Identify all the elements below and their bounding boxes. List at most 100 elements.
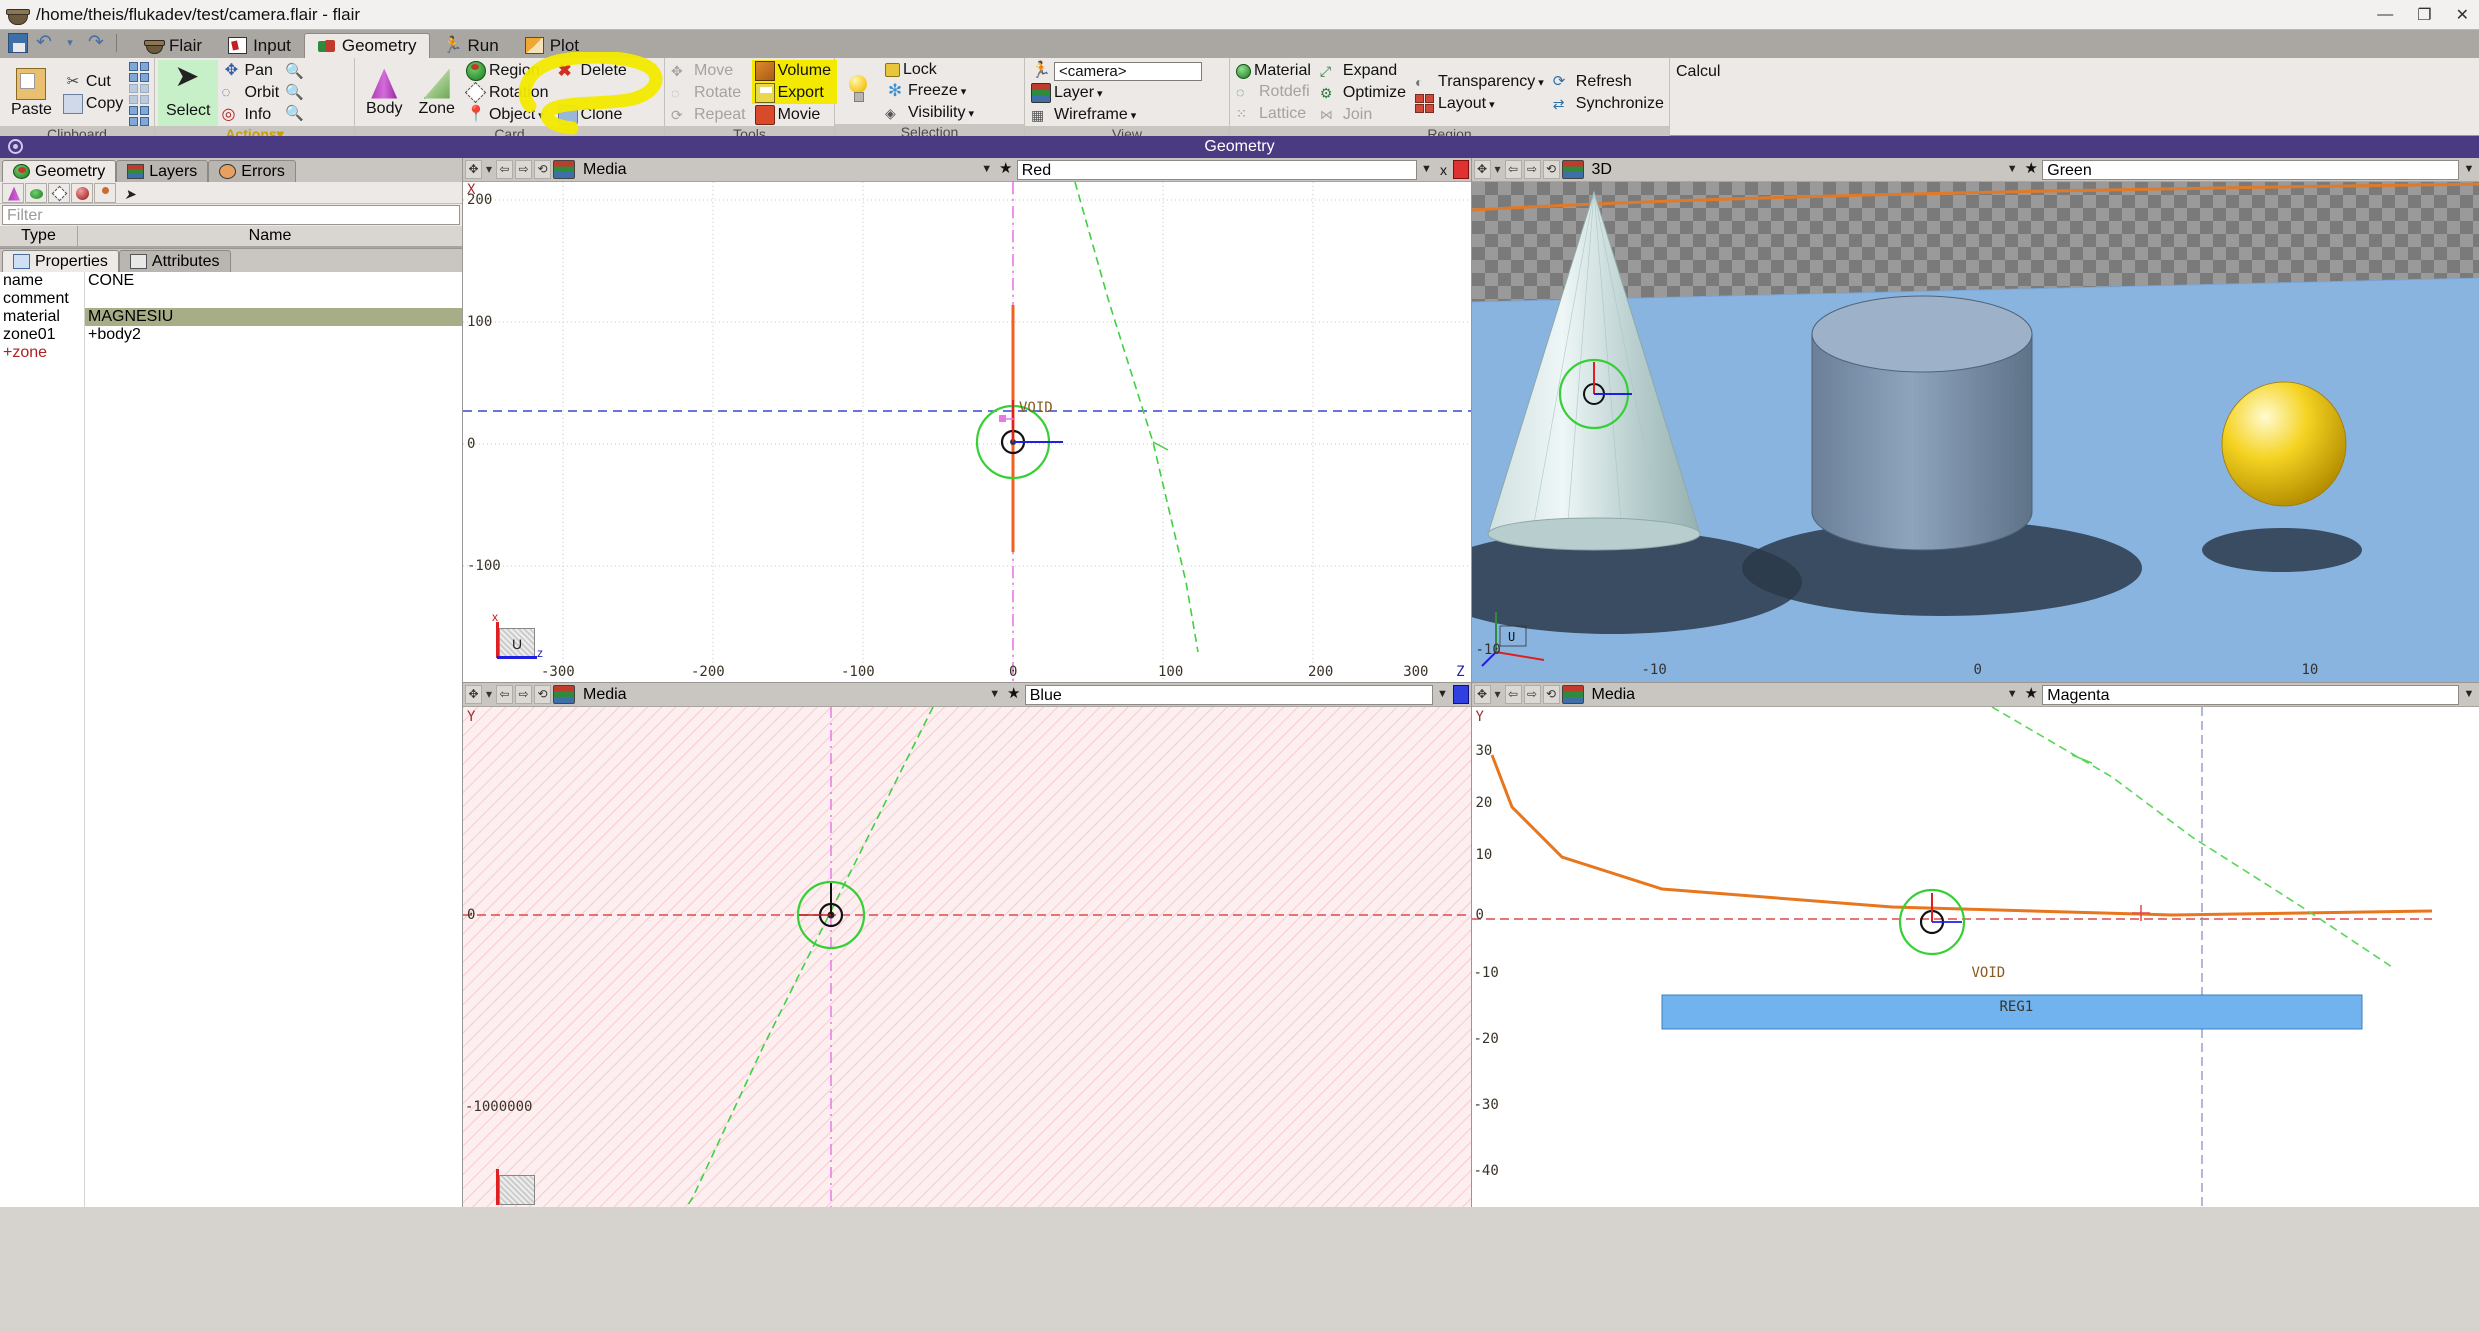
calculate-button[interactable]: Calcul xyxy=(1673,62,1726,82)
freeze-button[interactable]: ✻ Freeze ▾ xyxy=(882,80,980,102)
viewport-name-field[interactable]: Blue xyxy=(1025,685,1433,705)
cone-filter-icon[interactable] xyxy=(2,183,24,203)
ribbon-tab-geometry[interactable]: Geometry xyxy=(304,33,430,58)
cursor-filter-icon[interactable]: ➤ xyxy=(117,183,139,203)
table-row[interactable]: SPHblkbody xyxy=(0,247,462,248)
viewport-origin-icon[interactable]: ✥ xyxy=(465,685,482,704)
wireframe-button[interactable]: ▦ Wireframe ▾ xyxy=(1028,104,1226,126)
viewport-canvas-red[interactable]: X 200 100 0 -100 -300 -200 -100 0 100 20… xyxy=(463,182,1471,682)
viewport-canvas-magenta[interactable]: Y 30 20 10 0 -10 -20 -30 -40 VOID REG1 xyxy=(1472,707,2479,1207)
select-tool-button[interactable]: ➤ Select xyxy=(158,60,218,126)
media-label[interactable]: Media xyxy=(577,160,977,180)
chevron-down-icon[interactable]: ▾ xyxy=(484,685,494,704)
body-button[interactable]: Body xyxy=(358,60,410,126)
layers-icon[interactable] xyxy=(553,685,575,704)
export-button[interactable]: Export xyxy=(752,82,837,104)
refresh-button[interactable]: ⟳ Refresh xyxy=(1550,71,1670,93)
close-button[interactable]: ✕ xyxy=(2452,5,2473,25)
chevron-down-icon[interactable]: ▾ xyxy=(60,33,80,53)
back-arrow-icon[interactable]: ⇦ xyxy=(496,160,513,179)
media-label[interactable]: Media xyxy=(577,685,985,705)
column-header-name[interactable]: Name xyxy=(78,226,462,246)
layers-icon[interactable] xyxy=(553,160,575,179)
blue-flag-icon[interactable] xyxy=(1453,685,1469,704)
properties-values[interactable]: CONEMAGNESIU+body2 xyxy=(85,272,462,1207)
layers-icon[interactable] xyxy=(1562,160,1584,179)
viewport-green[interactable]: ✥ ▾ ⇦ ⇨ ⟲ 3D ▼ ★ Green ▼ xyxy=(1472,158,2479,682)
transparency-button[interactable]: ◐ Transparency ▾ xyxy=(1412,71,1550,93)
back-arrow-icon[interactable]: ⇦ xyxy=(1505,160,1522,179)
chevron-down-icon[interactable]: ▼ xyxy=(1419,160,1435,179)
lock-button[interactable]: Lock xyxy=(882,60,980,80)
tab-geometry[interactable]: Geometry xyxy=(2,160,116,182)
camera-selector[interactable]: 🏃 <camera> xyxy=(1028,60,1226,82)
rotation-filter-icon[interactable] xyxy=(48,183,70,203)
properties-table[interactable]: namecommentmaterialzone01+zone CONEMAGNE… xyxy=(0,272,462,1207)
object-button[interactable]: 📍 Object ▾ xyxy=(463,104,555,126)
property-value[interactable]: MAGNESIU xyxy=(85,308,462,326)
viewport-name-field[interactable]: Red xyxy=(1017,160,1417,180)
copy-button[interactable]: Copy xyxy=(60,93,129,115)
ribbon-tab-run[interactable]: 🏃 Run xyxy=(430,33,512,58)
undo-icon[interactable]: ↶ xyxy=(34,33,54,53)
filter-input[interactable]: Filter xyxy=(2,205,460,225)
maximize-button[interactable]: ❐ xyxy=(2413,5,2435,25)
forward-arrow-icon[interactable]: ⇨ xyxy=(1524,685,1541,704)
zoom-out-icon[interactable]: 🔍 xyxy=(285,83,305,103)
red-flag-icon[interactable] xyxy=(1453,160,1469,179)
layers-icon[interactable] xyxy=(1562,685,1584,704)
chevron-down-icon[interactable]: ▾ xyxy=(961,85,967,98)
chevron-down-icon[interactable]: ▼ xyxy=(987,685,1003,704)
object-filter-icon[interactable] xyxy=(94,183,116,203)
chevron-down-icon[interactable]: ▼ xyxy=(2004,685,2020,704)
grid-select-icon[interactable] xyxy=(129,62,149,82)
star-icon[interactable]: ★ xyxy=(2022,685,2040,704)
save-icon[interactable] xyxy=(8,33,28,53)
reset-view-icon[interactable]: ⟲ xyxy=(534,685,551,704)
viewport-name-field[interactable]: Green xyxy=(2042,160,2459,180)
forward-arrow-icon[interactable]: ⇨ xyxy=(515,160,532,179)
chevron-down-icon[interactable]: ▾ xyxy=(538,109,544,122)
region-filter-icon[interactable] xyxy=(25,183,47,203)
chevron-down-icon[interactable]: ▼ xyxy=(2461,685,2477,704)
region-button[interactable]: Region xyxy=(463,60,555,82)
clone-button[interactable]: Clone xyxy=(555,104,633,126)
reset-view-icon[interactable]: ⟲ xyxy=(534,160,551,179)
zoom-fit-icon[interactable]: 🔍 xyxy=(285,104,305,124)
synchronize-button[interactable]: ⇄ Synchronize xyxy=(1550,93,1670,115)
column-header-type[interactable]: Type xyxy=(0,226,78,246)
tab-layers[interactable]: Layers xyxy=(116,160,208,182)
chevron-down-icon[interactable]: ▾ xyxy=(1493,160,1503,179)
forward-arrow-icon[interactable]: ⇨ xyxy=(1524,160,1541,179)
redo-icon[interactable]: ↷ xyxy=(86,33,106,53)
property-value[interactable]: CONE xyxy=(85,272,462,290)
delete-button[interactable]: ✖ Delete xyxy=(555,60,633,82)
rotation-button[interactable]: Rotation xyxy=(463,82,555,104)
star-icon[interactable]: ★ xyxy=(997,160,1015,179)
viewport-magenta[interactable]: ✥ ▾ ⇦ ⇨ ⟲ Media ▼ ★ Magenta ▼ xyxy=(1472,683,2479,1207)
movie-button[interactable]: Movie xyxy=(752,104,837,126)
grid-invert-icon[interactable] xyxy=(129,106,149,126)
viewport-origin-icon[interactable]: ✥ xyxy=(1474,160,1491,179)
media-label[interactable]: Media xyxy=(1586,685,2003,705)
object-tree[interactable]: SPHblkbodySPHvoidRCCtargetSPHbody1TRCbod… xyxy=(0,247,462,248)
chevron-down-icon[interactable]: ▾ xyxy=(1489,98,1495,111)
pan-button[interactable]: ✥ Pan xyxy=(218,60,285,82)
chevron-down-icon[interactable]: ▾ xyxy=(1538,76,1544,89)
chevron-down-icon[interactable]: ▾ xyxy=(484,160,494,179)
window-controls[interactable]: — ❐ ✕ xyxy=(2373,0,2473,30)
volume-button[interactable]: Volume xyxy=(752,60,837,82)
forward-arrow-icon[interactable]: ⇨ xyxy=(515,685,532,704)
layout-button[interactable]: Layout ▾ xyxy=(1412,93,1550,115)
chevron-down-icon[interactable]: ▾ xyxy=(1131,109,1137,122)
chevron-down-icon[interactable]: ▾ xyxy=(969,107,975,120)
minimize-button[interactable]: — xyxy=(2373,6,2397,24)
tab-attributes[interactable]: Attributes xyxy=(119,250,231,272)
info-button[interactable]: ◎ Info xyxy=(218,104,285,126)
zoom-in-icon[interactable]: 🔍 xyxy=(285,62,305,82)
reset-view-icon[interactable]: ⟲ xyxy=(1543,685,1560,704)
viewport-red[interactable]: ✥ ▾ ⇦ ⇨ ⟲ Media ▼ ★ Red ▼ x xyxy=(463,158,1471,682)
chevron-down-icon[interactable]: ▼ xyxy=(2461,160,2477,179)
chevron-down-icon[interactable]: ▼ xyxy=(2004,160,2020,179)
back-arrow-icon[interactable]: ⇦ xyxy=(1505,685,1522,704)
